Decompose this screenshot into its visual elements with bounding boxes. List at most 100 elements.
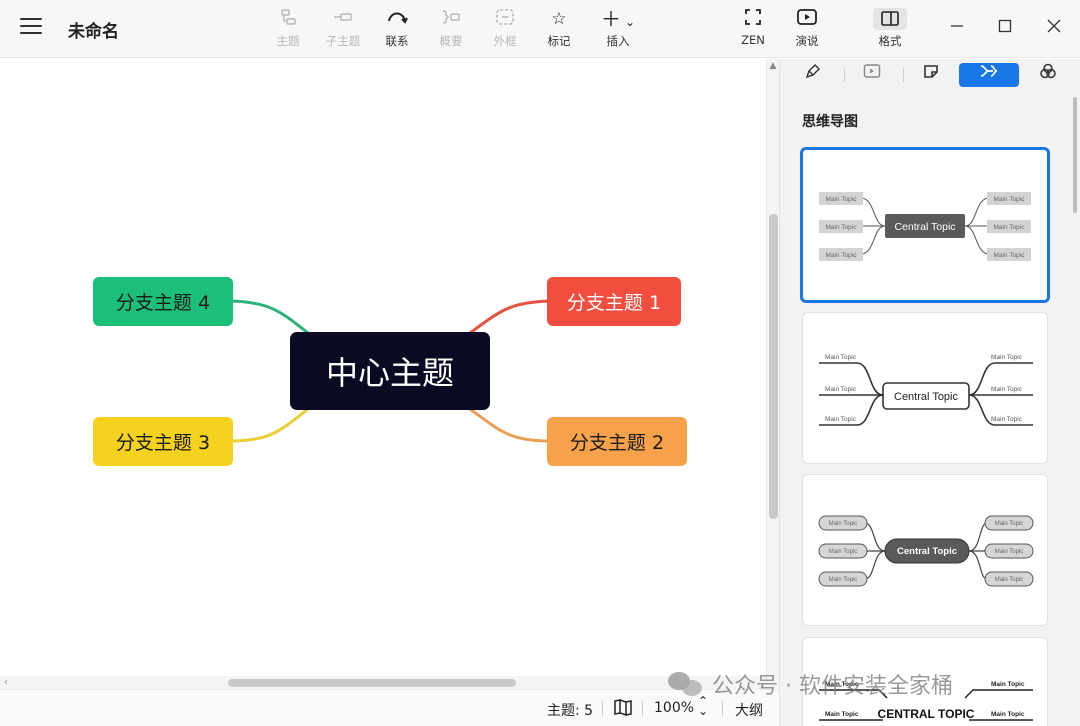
color-circles-icon[interactable] — [1028, 63, 1068, 87]
present-label: 演说 — [795, 34, 819, 48]
theme-2-main: Main Topic — [825, 386, 857, 393]
maximize-icon[interactable] — [988, 12, 1022, 44]
map-book-icon[interactable] — [613, 698, 633, 720]
theme-4-main: Main Topic — [825, 711, 859, 718]
theme-1-main: Main Topic — [994, 224, 1026, 231]
boundary-box-icon — [478, 8, 532, 30]
slide-icon[interactable] — [852, 63, 892, 87]
vertical-scroll-thumb[interactable] — [769, 214, 778, 519]
theme-card-4[interactable]: Main Topic Main Topic Main Topic Main To… — [802, 637, 1048, 726]
summary-brace-icon — [424, 8, 478, 30]
format-label: 格式 — [878, 34, 902, 48]
relation-label: 联系 — [385, 34, 409, 48]
format-panel: 思维导图 Central Topic Main Topic Main Topic… — [779, 59, 1080, 726]
panel-scroll-thumb[interactable] — [1073, 97, 1077, 213]
status-bar: 主题: 5 100% ⌃ ⌄ 大纲 — [0, 689, 779, 726]
subtopic-label: 子主题 — [325, 34, 361, 48]
plus-chevron-icon: ＋ ⌄ — [600, 7, 636, 31]
star-icon: ☆ — [551, 9, 567, 29]
marker-label: 标记 — [547, 34, 571, 48]
branch-topic-3[interactable]: 分支主题 3 — [93, 417, 233, 466]
marker-button[interactable]: ☆ 标记 — [532, 8, 586, 52]
theme-1-main: Main Topic — [826, 252, 858, 259]
insert-label: 插入 — [606, 34, 630, 48]
app-window: 未命名 主题 子主题 联系 概要 外框 ☆ 标记 ＋ ⌄ 插入 ZEN 演说 格… — [0, 0, 1080, 726]
style-brush-icon[interactable] — [793, 63, 833, 87]
play-icon — [780, 8, 834, 30]
hamburger-menu-icon[interactable] — [20, 18, 42, 36]
top-toolbar: 未命名 主题 子主题 联系 概要 外框 ☆ 标记 ＋ ⌄ 插入 ZEN 演说 格… — [0, 0, 1080, 58]
relation-curve-icon — [370, 8, 424, 30]
theme-1-central: Central Topic — [894, 221, 955, 233]
branch-topic-2[interactable]: 分支主题 2 — [547, 417, 687, 466]
tab-divider — [844, 68, 845, 82]
boundary-label: 外框 — [493, 34, 517, 48]
status-divider — [602, 701, 603, 717]
format-button[interactable]: 格式 — [863, 8, 917, 52]
theme-3-main: Main Topic — [995, 549, 1024, 555]
insert-button[interactable]: ＋ ⌄ 插入 — [591, 8, 645, 52]
theme-1-main: Main Topic — [994, 196, 1026, 203]
theme-4-main: Main Topic — [991, 681, 1025, 688]
scroll-up-arrow-icon[interactable]: ▲ — [768, 61, 778, 71]
topic-label: 主题 — [276, 34, 300, 48]
add-topic-icon — [261, 8, 315, 30]
theme-3-main: Main Topic — [995, 577, 1024, 583]
status-divider — [642, 701, 643, 717]
canvas-horizontal-scrollbar[interactable]: ‹ — [0, 676, 766, 689]
theme-card-1[interactable]: Central Topic Main Topic Main Topic Main… — [800, 147, 1050, 303]
theme-4-main: Main Topic — [825, 681, 859, 688]
scroll-left-arrow-icon[interactable]: ‹ — [4, 676, 8, 689]
theme-2-main: Main Topic — [991, 416, 1023, 423]
zen-button[interactable]: ZEN — [726, 8, 780, 52]
topic-button[interactable]: 主题 — [261, 8, 315, 52]
theme-preview-3: Central Topic Main Topic Main Topic Main… — [818, 515, 1034, 587]
close-icon[interactable] — [1037, 12, 1071, 44]
theme-section-heading: 思维导图 — [802, 114, 858, 130]
status-divider — [722, 701, 723, 717]
summary-button[interactable]: 概要 — [424, 8, 478, 52]
panel-tab-bar — [780, 59, 1080, 91]
minimize-icon[interactable] — [940, 12, 974, 44]
fullscreen-icon — [726, 8, 780, 30]
theme-4-main: Main Topic — [991, 711, 1025, 718]
zoom-level[interactable]: 100% — [654, 700, 694, 716]
theme-tab[interactable] — [959, 63, 1019, 87]
theme-4-central: CENTRAL TOPIC — [878, 707, 975, 721]
theme-1-main: Main Topic — [826, 224, 858, 231]
mindmap-canvas[interactable]: 中心主题 分支主题 1 分支主题 2 分支主题 3 分支主题 4 — [0, 59, 766, 689]
theme-1-main: Main Topic — [826, 196, 858, 203]
theme-preview-1: Central Topic Main Topic Main Topic Main… — [819, 192, 1031, 261]
document-title[interactable]: 未命名 — [68, 17, 119, 42]
subtopic-button[interactable]: 子主题 — [316, 8, 370, 52]
theme-2-main: Main Topic — [825, 354, 857, 361]
theme-preview-2: Central Topic Main Topic Main Topic Main… — [819, 354, 1033, 426]
theme-2-central: Central Topic — [894, 391, 958, 403]
format-panel-icon — [863, 8, 917, 30]
theme-card-2[interactable]: Central Topic Main Topic Main Topic Main… — [802, 312, 1048, 464]
panel-scrollbar[interactable] — [1071, 91, 1079, 726]
theme-3-main: Main Topic — [829, 577, 858, 583]
canvas-vertical-scrollbar[interactable]: ▲ — [766, 59, 779, 689]
theme-3-central: Central Topic — [897, 546, 957, 557]
relation-button[interactable]: 联系 — [370, 8, 424, 52]
topic-count: 主题: 5 — [547, 703, 594, 719]
branch-topic-4[interactable]: 分支主题 4 — [93, 277, 233, 326]
connector-branch-4 — [229, 299, 309, 335]
zoom-stepper-icon[interactable]: ⌃ ⌄ — [698, 695, 708, 717]
central-topic-node[interactable]: 中心主题 — [290, 332, 490, 410]
connector-branch-1 — [469, 299, 551, 335]
summary-label: 概要 — [439, 34, 463, 48]
theme-card-3[interactable]: Central Topic Main Topic Main Topic Main… — [802, 474, 1048, 626]
sticky-note-icon[interactable] — [911, 63, 951, 87]
theme-3-main: Main Topic — [995, 521, 1024, 527]
theme-2-main: Main Topic — [991, 354, 1023, 361]
add-subtopic-icon — [316, 8, 370, 30]
present-button[interactable]: 演说 — [780, 8, 834, 52]
horizontal-scroll-thumb[interactable] — [228, 679, 516, 687]
boundary-button[interactable]: 外框 — [478, 8, 532, 52]
theme-3-main: Main Topic — [829, 521, 858, 527]
outline-button[interactable]: 大纲 — [735, 700, 763, 720]
tab-divider — [903, 68, 904, 82]
branch-topic-1[interactable]: 分支主题 1 — [547, 277, 681, 326]
